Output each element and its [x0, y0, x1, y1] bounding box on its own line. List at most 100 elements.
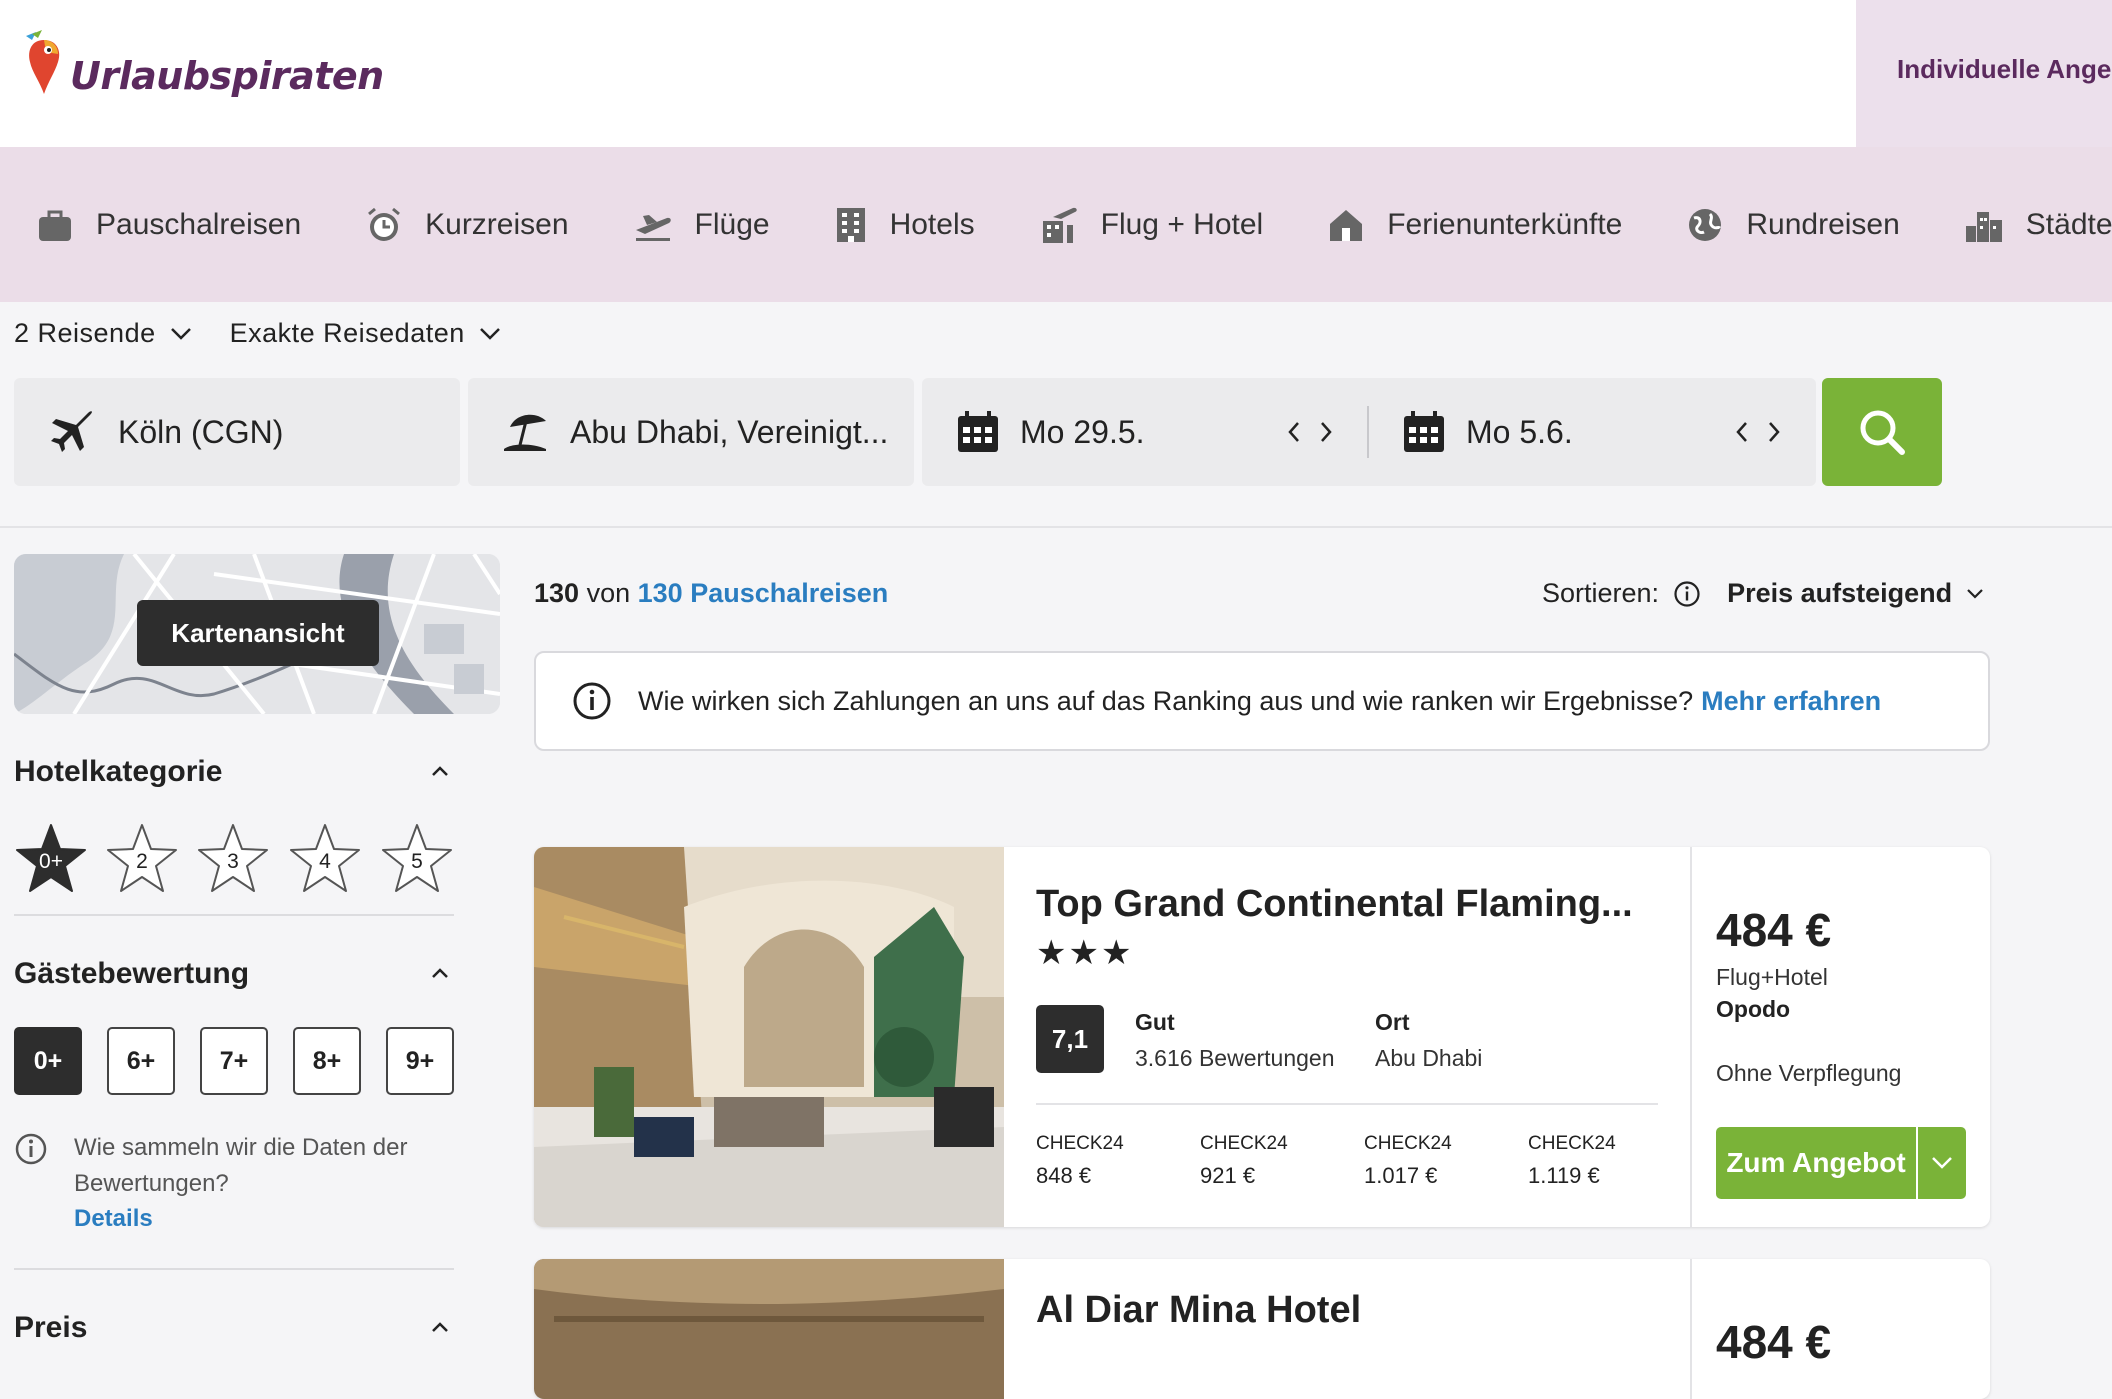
- location-value: Abu Dhabi: [1375, 1045, 1483, 1071]
- offer-price: 484 €: [1716, 1316, 1832, 1368]
- nav-label: Flug + Hotel: [1100, 207, 1264, 241]
- nav-item-rundreisen[interactable]: Rundreisen: [1686, 206, 1900, 244]
- ranking-info-text: Wie wirken sich Zahlungen an uns auf das…: [638, 685, 1694, 716]
- chevron-up-icon[interactable]: [430, 1320, 450, 1334]
- star-filled-icon: 0+: [16, 824, 86, 892]
- provider-offer[interactable]: CHECK24 1.119 €: [1528, 1133, 1616, 1189]
- nav-item-hotels[interactable]: Hotels: [834, 206, 975, 244]
- chevron-up-icon[interactable]: [430, 966, 450, 980]
- plane-takeoff-icon: [635, 214, 671, 241]
- results-count: 130 von 130 Pauschalreisen: [534, 578, 888, 609]
- star-outline-icon: 3: [198, 824, 268, 892]
- date-from-field[interactable]: Mo 29.5.: [956, 378, 1145, 486]
- star-filter-2[interactable]: 2: [105, 822, 179, 896]
- rating-info-text: Wie sammeln wir die Daten der Bewertunge…: [74, 1134, 408, 1197]
- rating-details-link[interactable]: Details: [74, 1205, 153, 1233]
- star-filter-0[interactable]: 0+: [14, 822, 88, 896]
- rating-filter-6[interactable]: 6+: [107, 1027, 175, 1095]
- nav-item-ferienunterkuenfte[interactable]: Ferienunterkünfte: [1327, 206, 1622, 244]
- location-label: Ort: [1375, 1009, 1410, 1035]
- hotel-category-title: Hotelkategorie: [14, 755, 223, 788]
- sort-control: Sortieren: Preis aufsteigend: [1542, 578, 1984, 609]
- provider-offer[interactable]: CHECK24 848 €: [1036, 1133, 1124, 1189]
- chevron-down-icon[interactable]: [1966, 588, 1984, 600]
- nav-label: Städterei: [2025, 207, 2112, 241]
- rating-label: Gut: [1135, 1009, 1175, 1035]
- offer-price: 484 €: [1716, 904, 1832, 956]
- destination-field[interactable]: Abu Dhabi, Vereinigt...: [468, 378, 914, 486]
- nav-label: Pauschalreisen: [96, 207, 302, 241]
- nav-item-flug-hotel[interactable]: Flug + Hotel: [1039, 205, 1264, 245]
- star-label: 4: [319, 850, 331, 873]
- calendar-icon: [1404, 411, 1444, 452]
- offer-panel: 484 € Flug+Hotel Opodo Ohne Verpflegung …: [1690, 847, 1990, 1227]
- ranking-info-link[interactable]: Mehr erfahren: [1701, 686, 1881, 717]
- map-view-button[interactable]: Kartenansicht: [137, 600, 379, 666]
- plane-hotel-icon: [1042, 207, 1077, 243]
- star-filter-5[interactable]: 5: [380, 822, 454, 896]
- hotel-title[interactable]: Al Diar Mina Hotel: [1036, 1289, 1361, 1332]
- nav-item-kurzreisen[interactable]: Kurzreisen: [365, 206, 569, 244]
- provider-offer[interactable]: CHECK24 921 €: [1200, 1133, 1288, 1189]
- nav-label: Kurzreisen: [425, 207, 569, 241]
- hotel-lobby-image: [534, 847, 1004, 1227]
- offer-panel: 484 €: [1690, 1259, 1990, 1399]
- price-type: Flug+Hotel: [1716, 964, 1828, 990]
- sort-value[interactable]: Preis aufsteigend: [1727, 578, 1952, 609]
- star-filter-3[interactable]: 3: [196, 822, 270, 896]
- info-icon: [15, 1133, 47, 1165]
- parrot-logo-icon: [26, 30, 60, 94]
- section-divider: [0, 526, 2112, 528]
- rating-filter-9[interactable]: 9+: [386, 1027, 454, 1095]
- date-to-prev-icon[interactable]: [1734, 420, 1750, 444]
- hotel-info: Top Grand Continental Flaming... ★★★ 7,1…: [1004, 847, 1690, 1227]
- offer-dropdown-button[interactable]: [1918, 1127, 1966, 1199]
- chevron-up-icon[interactable]: [430, 764, 450, 778]
- rating-filter-7[interactable]: 7+: [200, 1027, 268, 1095]
- star-label: 2: [136, 850, 148, 873]
- hotel-title[interactable]: Top Grand Continental Flaming...: [1036, 883, 1633, 926]
- travelers-dropdown[interactable]: 2 Reisende: [14, 318, 192, 349]
- tour-operator: Opodo: [1716, 996, 1791, 1022]
- date-from-next-icon[interactable]: [1318, 420, 1334, 444]
- board-type: Ohne Verpflegung: [1716, 1060, 1902, 1086]
- provider-offer[interactable]: CHECK24 1.017 €: [1364, 1133, 1452, 1189]
- hotel-card[interactable]: Al Diar Mina Hotel 484 €: [534, 1259, 1990, 1399]
- search-icon: [1860, 410, 1905, 455]
- origin-field[interactable]: Köln (CGN): [14, 378, 460, 486]
- nav-item-fluege[interactable]: Flüge: [633, 206, 770, 244]
- review-count[interactable]: 3.616 Bewertungen: [1135, 1045, 1335, 1072]
- brand-name: Urlaubspiraten: [70, 54, 384, 98]
- chevron-down-icon: [1932, 1157, 1952, 1169]
- hotel-photo[interactable]: [534, 847, 1004, 1227]
- hotel-stars: ★★★: [1036, 934, 1134, 972]
- nav-item-pauschalreisen[interactable]: Pauschalreisen: [36, 206, 301, 244]
- logo[interactable]: Urlaubspiraten: [22, 28, 384, 98]
- offer-cta-button[interactable]: Zum Angebot: [1716, 1127, 1916, 1199]
- provider-price: 848 €: [1036, 1163, 1092, 1188]
- date-mode-label: Exakte Reisedaten: [229, 318, 465, 348]
- info-icon[interactable]: [1673, 580, 1701, 608]
- globe-icon: [1689, 208, 1722, 241]
- star-label: 5: [411, 850, 423, 873]
- rating-filter-0[interactable]: 0+: [14, 1027, 82, 1095]
- nav-item-staedtereisen[interactable]: Städterei: [1964, 206, 2112, 244]
- provider-name: CHECK24: [1364, 1133, 1452, 1154]
- rating-filter-8[interactable]: 8+: [293, 1027, 361, 1095]
- date-mode-dropdown[interactable]: Exakte Reisedaten: [230, 318, 501, 349]
- provider-name: CHECK24: [1036, 1133, 1124, 1154]
- map-preview[interactable]: Kartenansicht: [14, 554, 500, 714]
- date-to-value: Mo 5.6.: [1466, 413, 1573, 450]
- hotel-card[interactable]: Top Grand Continental Flaming... ★★★ 7,1…: [534, 847, 1990, 1227]
- provider-name: CHECK24: [1528, 1133, 1616, 1154]
- search-button[interactable]: [1822, 378, 1942, 486]
- date-from-prev-icon[interactable]: [1286, 420, 1302, 444]
- individual-offers-link[interactable]: Individuelle Ange: [1856, 0, 2112, 147]
- results-count-link[interactable]: 130 Pauschalreisen: [638, 578, 889, 608]
- date-to-next-icon[interactable]: [1766, 420, 1782, 444]
- results-count-von: von: [586, 578, 631, 608]
- date-to-field[interactable]: Mo 5.6.: [1402, 378, 1573, 486]
- star-filter-4[interactable]: 4: [288, 822, 362, 896]
- hotel-photo[interactable]: [534, 1259, 1004, 1399]
- destination-value: Abu Dhabi, Vereinigt...: [570, 413, 889, 450]
